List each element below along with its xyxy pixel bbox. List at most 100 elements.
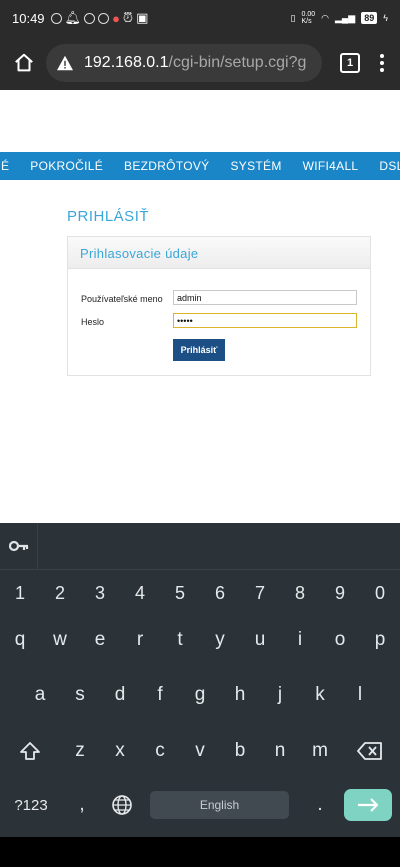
key-u[interactable]: u — [240, 620, 280, 660]
bell-icon: 🔔︎ — [64, 10, 82, 25]
key-v[interactable]: v — [180, 731, 220, 771]
key-e[interactable]: e — [80, 620, 120, 660]
charging-icon: ϟ — [383, 13, 388, 23]
dot-icon — [380, 68, 384, 72]
key-i[interactable]: i — [280, 620, 320, 660]
battery-level: 89 — [361, 12, 378, 24]
key-f[interactable]: f — [140, 675, 180, 715]
net-speed: 0.00 K/s — [301, 11, 316, 25]
status-right: ▯ 0.00 K/s ◠ ▂▄▆ 89 ϟ — [291, 11, 388, 25]
key-4[interactable]: 4 — [120, 573, 160, 613]
image-icon: ▣ — [136, 10, 149, 25]
alarm-icon: ⏰︎ — [122, 10, 134, 25]
home-button[interactable] — [10, 49, 38, 77]
globe-icon — [112, 795, 132, 815]
key-n[interactable]: n — [260, 731, 300, 771]
key-z[interactable]: z — [60, 731, 100, 771]
key-6[interactable]: 6 — [200, 573, 240, 613]
login-button[interactable]: Prihlásiť — [173, 339, 225, 361]
nav-item-pokrocile[interactable]: POKROČILÉ — [30, 159, 103, 173]
username-input[interactable]: admin — [173, 290, 357, 305]
key-o[interactable]: o — [320, 620, 360, 660]
url-host: 192.168.0.1 — [84, 54, 169, 71]
dot-icon — [380, 61, 384, 65]
menu-button[interactable] — [374, 54, 390, 72]
key-l[interactable]: l — [340, 675, 380, 715]
key-y[interactable]: y — [200, 620, 240, 660]
notification-icon — [84, 12, 96, 24]
key-3[interactable]: 3 — [80, 573, 120, 613]
enter-key[interactable] — [344, 789, 392, 821]
web-page: NÉ POKROČILÉ BEZDRÔTOVÝ SYSTÉM WIFI4ALL … — [0, 90, 400, 523]
number-row: 1 2 3 4 5 6 7 8 9 0 — [0, 573, 400, 613]
key-w[interactable]: w — [40, 620, 80, 660]
notification-icons: 🔔︎ ● ⏰︎ ▣ — [50, 10, 149, 26]
login-panel: Prihlasovacie údaje Používateľské meno a… — [67, 236, 371, 376]
key-a[interactable]: a — [20, 675, 60, 715]
status-bar: 10:49 🔔︎ ● ⏰︎ ▣ ▯ 0.00 K/s ◠ ▂▄▆ 89 ϟ — [0, 0, 400, 36]
notification-icon — [98, 12, 110, 24]
wifi-icon: ◠ — [321, 12, 329, 23]
letter-row-3: z x c v b n m — [0, 731, 400, 771]
key-k[interactable]: k — [300, 675, 340, 715]
status-time: 10:49 — [12, 10, 45, 26]
key-icon — [8, 540, 28, 552]
key-t[interactable]: t — [160, 620, 200, 660]
shift-icon — [20, 742, 40, 760]
key-m[interactable]: m — [300, 731, 340, 771]
panel-title: Prihlasovacie údaje — [68, 237, 370, 269]
signal-icon: ▂▄▆ — [334, 12, 356, 23]
home-icon — [15, 53, 33, 72]
page-title: PRIHLÁSIŤ — [67, 208, 150, 225]
key-j[interactable]: j — [260, 675, 300, 715]
password-manager-button[interactable] — [0, 522, 38, 570]
key-2[interactable]: 2 — [40, 573, 80, 613]
letter-row-1: q w e r t y u i o p — [0, 620, 400, 660]
space-key[interactable]: English — [150, 791, 289, 819]
key-p[interactable]: p — [360, 620, 400, 660]
nav-item[interactable]: NÉ — [0, 159, 9, 173]
key-8[interactable]: 8 — [280, 573, 320, 613]
key-7[interactable]: 7 — [240, 573, 280, 613]
key-r[interactable]: r — [120, 620, 160, 660]
browser-toolbar: 192.168.0.1/cgi-bin/setup.cgi?g 1 — [0, 36, 400, 90]
key-9[interactable]: 9 — [320, 573, 360, 613]
letter-row-2: a s d f g h j k l — [0, 675, 400, 715]
comma-key[interactable]: , — [62, 785, 102, 825]
symbols-key[interactable]: ?123 — [0, 785, 62, 825]
nav-item-dslite[interactable]: DSLITE — [379, 159, 400, 173]
soft-keyboard: 1 2 3 4 5 6 7 8 9 0 q w e r t y u i o p … — [0, 522, 400, 837]
key-0[interactable]: 0 — [360, 573, 400, 613]
nav-item-system[interactable]: SYSTÉM — [230, 159, 281, 173]
username-label: Používateľské meno — [81, 294, 163, 304]
key-5[interactable]: 5 — [160, 573, 200, 613]
key-g[interactable]: g — [180, 675, 220, 715]
key-b[interactable]: b — [220, 731, 260, 771]
language-key[interactable] — [102, 785, 142, 825]
tab-switcher-button[interactable]: 1 — [340, 53, 360, 73]
key-c[interactable]: c — [140, 731, 180, 771]
key-q[interactable]: q — [0, 620, 40, 660]
vibrate-icon: ▯ — [290, 12, 296, 23]
url-path: /cgi-bin/setup.cgi?g — [168, 54, 307, 71]
system-nav-bar — [0, 837, 400, 867]
key-x[interactable]: x — [100, 731, 140, 771]
main-nav: NÉ POKROČILÉ BEZDRÔTOVÝ SYSTÉM WIFI4ALL … — [0, 152, 400, 180]
password-input[interactable]: ••••• — [173, 313, 357, 328]
keyboard-toolbar — [0, 522, 400, 570]
period-key[interactable]: . — [300, 785, 340, 825]
backspace-icon — [357, 742, 382, 760]
notification-icon — [50, 12, 62, 24]
arrow-right-icon — [358, 798, 379, 812]
shift-key[interactable] — [0, 731, 60, 771]
key-1[interactable]: 1 — [0, 573, 40, 613]
password-label: Heslo — [81, 317, 105, 327]
address-bar[interactable]: 192.168.0.1/cgi-bin/setup.cgi?g — [46, 44, 322, 82]
key-d[interactable]: d — [100, 675, 140, 715]
nav-item-wifi4all[interactable]: WIFI4ALL — [303, 159, 359, 173]
backspace-key[interactable] — [340, 731, 400, 771]
nav-item-bezdrotovy[interactable]: BEZDRÔTOVÝ — [124, 159, 209, 173]
dot-icon — [380, 54, 384, 58]
key-h[interactable]: h — [220, 675, 260, 715]
key-s[interactable]: s — [60, 675, 100, 715]
